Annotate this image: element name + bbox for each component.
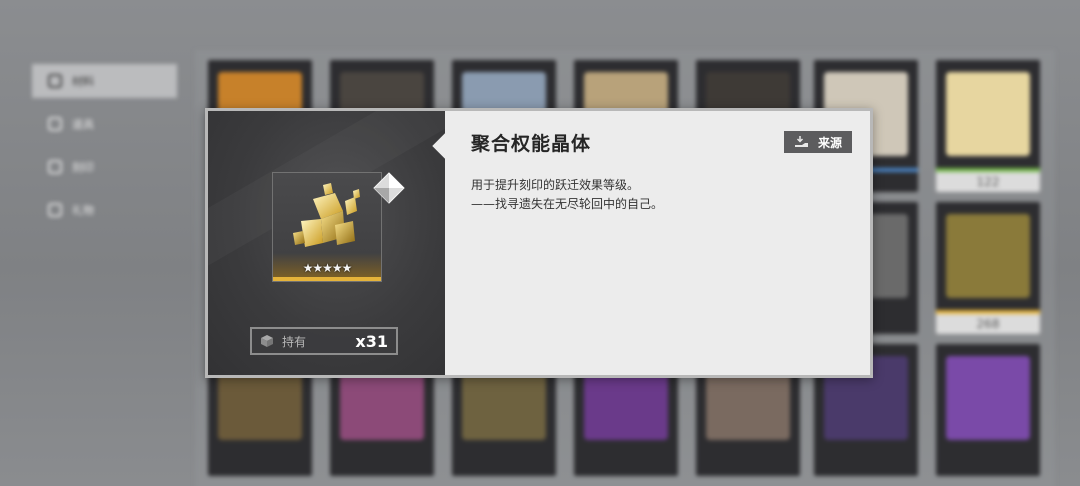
owned-count: x31	[355, 331, 388, 351]
item-detail-dialog: ★★★★★ 持有 x31 聚合权能晶体 用于提升刻印的跃迁效果等级。 ——找寻遗…	[205, 108, 873, 378]
cube-icon	[261, 335, 273, 347]
item-icon-frame: ★★★★★	[272, 172, 382, 282]
item-description: 用于提升刻印的跃迁效果等级。 ——找寻遗失在无尽轮回中的自己。	[471, 176, 870, 214]
inventory-slot[interactable]	[936, 344, 1040, 476]
inventory-slot[interactable]: 268	[936, 202, 1040, 334]
description-line: ——找寻遗失在无尽轮回中的自己。	[471, 197, 664, 211]
hand-download-icon	[794, 136, 808, 147]
item-count: 122	[936, 172, 1040, 192]
item-count: 268	[936, 314, 1040, 334]
item-art	[946, 356, 1030, 440]
description-line: 用于提升刻印的跃迁效果等级。	[471, 178, 640, 192]
sidebar-item-materials[interactable]: 材料	[32, 64, 177, 98]
inventory-slot[interactable]: 122	[936, 60, 1040, 192]
source-button[interactable]: 来源	[784, 131, 852, 153]
item-info-pane: 聚合权能晶体 用于提升刻印的跃迁效果等级。 ——找寻遗失在无尽轮回中的自己。 来…	[445, 111, 870, 375]
item-art	[946, 214, 1030, 298]
imprint-icon	[48, 160, 62, 174]
source-button-label: 来源	[817, 135, 842, 150]
sidebar-item-label: 材料	[72, 75, 94, 88]
items-icon	[48, 117, 62, 131]
materials-icon	[48, 74, 62, 88]
sidebar-item-label: 道具	[72, 118, 94, 131]
sidebar: 材料 道具 刻印 礼物	[32, 64, 177, 236]
sidebar-item-label: 礼物	[72, 204, 94, 217]
crystal-cluster-icon	[293, 183, 360, 247]
item-art	[946, 72, 1030, 156]
rarity-bar	[273, 277, 381, 281]
sidebar-item-label: 刻印	[72, 161, 94, 174]
gift-icon	[48, 203, 62, 217]
owned-label: 持有	[282, 334, 307, 349]
sidebar-item-items[interactable]: 道具	[32, 107, 177, 141]
sidebar-item-gifts[interactable]: 礼物	[32, 193, 177, 227]
star-rating: ★★★★★	[302, 261, 353, 275]
item-preview-pane: ★★★★★ 持有 x31	[208, 111, 445, 375]
sidebar-item-imprint[interactable]: 刻印	[32, 150, 177, 184]
owned-count-box: 持有 x31	[250, 327, 398, 355]
rank-diamond-icon	[373, 172, 405, 204]
